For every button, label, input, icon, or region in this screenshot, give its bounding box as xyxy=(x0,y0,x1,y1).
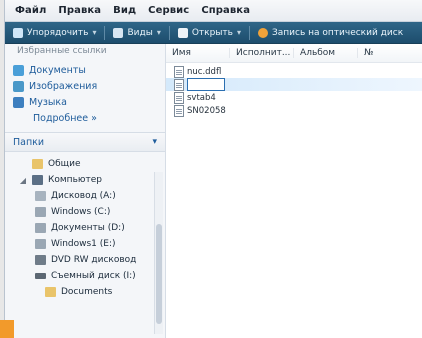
dvd-icon xyxy=(35,255,46,265)
favorites-title: Избранные ссылки xyxy=(17,46,107,56)
more-link[interactable]: Подробнее » xyxy=(5,110,165,126)
tree-item-usb[interactable]: Съемный диск (I:) xyxy=(5,268,165,284)
open-icon xyxy=(177,27,188,38)
views-label: Виды xyxy=(127,27,153,38)
tree-item-computer[interactable]: ◢ Компьютер xyxy=(5,172,165,188)
tree-item-dvd[interactable]: DVD RW дисковод xyxy=(5,252,165,268)
collapse-icon[interactable]: ◢ xyxy=(19,176,27,185)
tree-item-label: Дисковод (A:) xyxy=(51,191,116,201)
tree-item-label: Компьютер xyxy=(48,175,102,185)
file-icon xyxy=(174,78,184,91)
menu-bar: Файл Правка Вид Сервис Справка xyxy=(5,0,422,22)
menu-file[interactable]: Файл xyxy=(15,5,46,16)
list-item[interactable]: nuc.ddfl xyxy=(166,65,422,78)
favorite-music[interactable]: Музыка xyxy=(5,94,165,110)
tree-item-label: DVD RW дисковод xyxy=(51,255,137,265)
tree-item-drive-c[interactable]: Windows (C:) xyxy=(5,204,165,220)
tree-item-documents[interactable]: Documents xyxy=(5,284,165,300)
open-button[interactable]: Открыть ▾ xyxy=(177,27,241,38)
tree-item-label: Documents xyxy=(61,287,113,297)
computer-icon xyxy=(32,175,43,185)
folder-tree-scrollbar[interactable] xyxy=(154,172,163,334)
list-item[interactable]: SN02058 xyxy=(166,104,422,117)
toolbar-divider xyxy=(104,25,106,40)
column-header-artist[interactable]: Исполнит... xyxy=(229,48,293,58)
folder-icon xyxy=(32,159,43,169)
chevron-down-icon: ▾ xyxy=(92,28,97,37)
menu-view[interactable]: Вид xyxy=(113,5,136,16)
tree-item-label: Общие xyxy=(48,159,81,169)
burn-button[interactable]: Запись на оптический диск xyxy=(258,27,404,38)
organize-label: Упорядочить xyxy=(27,27,89,38)
menu-tools[interactable]: Сервис xyxy=(148,5,189,16)
drive-icon xyxy=(35,207,46,217)
drive-icon xyxy=(35,223,46,233)
file-icon xyxy=(174,104,184,117)
floppy-icon xyxy=(35,191,46,201)
pictures-icon xyxy=(13,80,24,92)
column-headers: Имя Исполнит... Альбом № xyxy=(166,44,422,63)
drive-icon xyxy=(35,239,46,249)
toolbar-divider xyxy=(249,25,250,40)
documents-icon xyxy=(13,64,24,76)
chevron-down-icon: ▾ xyxy=(152,137,157,147)
burn-icon xyxy=(258,27,268,38)
chevron-down-icon: ▾ xyxy=(236,28,241,37)
views-icon xyxy=(113,27,124,38)
favorite-label: Музыка xyxy=(29,96,67,108)
tree-item-label: Windows (C:) xyxy=(51,207,111,217)
favorite-documents[interactable]: Документы xyxy=(5,62,165,78)
usb-icon xyxy=(35,273,46,279)
file-list: nuc.ddfl svtab4 SN02058 xyxy=(166,63,422,117)
file-name: SN02058 xyxy=(187,105,226,116)
tree-item-label: Документы (D:) xyxy=(51,223,125,233)
toolbar: Упорядочить ▾ Виды ▾ Открыть ▾ Запись на… xyxy=(5,22,422,44)
column-header-number[interactable]: № xyxy=(357,48,422,58)
favorite-pictures[interactable]: Изображения xyxy=(5,78,165,94)
open-label: Открыть xyxy=(191,27,233,38)
file-icon xyxy=(174,91,184,104)
favorite-label: Документы xyxy=(29,64,86,76)
folder-icon xyxy=(45,287,56,297)
tree-item-floppy[interactable]: Дисковод (A:) xyxy=(5,188,165,204)
file-list-pane: Имя Исполнит... Альбом № nuc.ddfl svtab4… xyxy=(166,44,422,338)
list-item[interactable]: svtab4 xyxy=(166,91,422,104)
file-icon xyxy=(174,65,184,78)
explorer-window: Файл Правка Вид Сервис Справка Упорядочи… xyxy=(4,0,422,338)
chevron-down-icon: ▾ xyxy=(156,28,161,37)
rename-field[interactable] xyxy=(187,78,225,91)
burn-label: Запись на оптический диск xyxy=(272,27,404,38)
favorite-label: Изображения xyxy=(29,80,98,92)
tree-item-label: Windows1 (E:) xyxy=(51,239,116,249)
tree-item-public[interactable]: Общие xyxy=(5,156,165,172)
menu-edit[interactable]: Правка xyxy=(58,5,101,16)
folders-header[interactable]: Папки ▾ xyxy=(5,132,165,152)
organize-icon xyxy=(13,27,23,38)
file-name: nuc.ddfl xyxy=(187,66,222,77)
tree-item-drive-d[interactable]: Документы (D:) xyxy=(5,220,165,236)
music-icon xyxy=(13,96,24,108)
tree-item-label: Съемный диск (I:) xyxy=(51,271,136,281)
views-button[interactable]: Виды ▾ xyxy=(113,27,161,38)
menu-help[interactable]: Справка xyxy=(201,5,250,16)
folder-tree: Общие ◢ Компьютер Дисковод (A:) Windows … xyxy=(5,152,165,300)
navigation-pane: Избранные ссылки Документы Изображения М… xyxy=(5,44,166,338)
tree-item-drive-e[interactable]: Windows1 (E:) xyxy=(5,236,165,252)
column-header-name[interactable]: Имя xyxy=(166,48,229,58)
folders-label: Папки xyxy=(13,136,45,148)
file-name: svtab4 xyxy=(187,92,216,103)
organize-button[interactable]: Упорядочить ▾ xyxy=(13,27,97,38)
column-header-album[interactable]: Альбом xyxy=(293,48,357,58)
taskbar-edge xyxy=(0,320,14,338)
toolbar-divider xyxy=(168,25,170,40)
scrollbar-thumb[interactable] xyxy=(156,224,162,324)
list-item[interactable] xyxy=(166,78,422,91)
